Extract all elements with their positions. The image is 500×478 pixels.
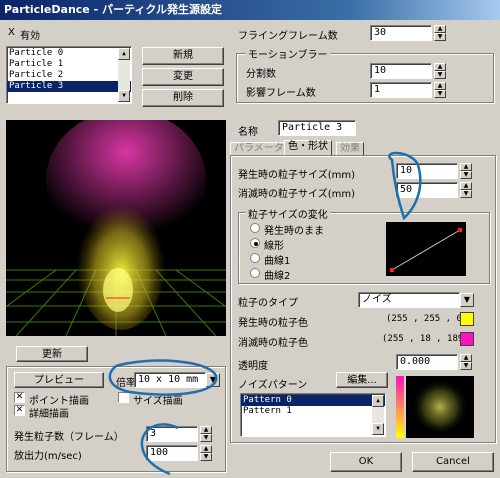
divisions-spinner[interactable]: ▲ ▼ [434, 63, 446, 79]
tab-effect[interactable]: 効果 [336, 142, 364, 156]
size-change-title: 粒子サイズの変化 [246, 206, 330, 221]
name-input[interactable]: Particle 3 [278, 120, 356, 136]
start-size-spinner[interactable]: ▲ ▼ [460, 163, 472, 179]
end-size-spinner[interactable]: ▲ ▼ [460, 182, 472, 198]
color-gradient-bar [396, 376, 404, 438]
noise-pattern-scrollbar[interactable]: ▲ ▼ [372, 395, 384, 435]
particle-list[interactable]: Particle 0 Particle 1 Particle 2 Particle 3… [6, 46, 132, 104]
scroll-down-icon[interactable]: ▼ [372, 423, 384, 435]
end-color-value: (255 , 18 , 189) [382, 334, 469, 344]
window-title-bar: ParticleDance - パーティクル発生源設定 [0, 0, 500, 20]
size-draw-label: サイズ描画 [133, 396, 183, 407]
size-curve-preview [386, 222, 466, 276]
cancel-button[interactable]: Cancel [412, 452, 494, 472]
emission-spinner[interactable]: ▲ ▼ [200, 426, 212, 442]
particle-list-scrollbar[interactable]: ▲ ▼ [118, 48, 130, 102]
output-power-input[interactable]: 100 [146, 445, 198, 461]
start-size-input[interactable]: 10 [396, 163, 458, 179]
affect-frames-spinner[interactable]: ▲ ▼ [434, 82, 446, 98]
noise-pattern-graphic [412, 379, 468, 435]
emission-label: 発生粒子数（フレーム） [14, 432, 124, 443]
divisions-input[interactable]: 10 [370, 63, 432, 79]
size-change-radio[interactable] [250, 223, 260, 233]
enabled-label: 有効 [20, 31, 40, 42]
scale-dropdown-icon[interactable]: ▼ [206, 373, 220, 387]
delete-button[interactable]: 削除 [142, 89, 224, 107]
particle-type-label: 粒子のタイプ [238, 298, 298, 309]
particle-list-item[interactable]: Particle 1 [7, 59, 131, 70]
size-change-radio[interactable] [250, 253, 260, 263]
particle-type-select[interactable]: ノイズ [358, 292, 460, 308]
ok-button[interactable]: OK [330, 452, 402, 472]
noise-pattern-preview [406, 376, 474, 438]
opacity-label: 透明度 [238, 361, 268, 372]
enabled-mark[interactable]: X [8, 27, 15, 38]
divisions-label: 分割数 [246, 69, 276, 80]
new-button[interactable]: 新規 [142, 47, 224, 65]
motion-blur-title: モーションブラー [246, 46, 330, 61]
size-change-radio[interactable] [250, 268, 260, 278]
size-change-option-label: 線形 [264, 241, 284, 252]
window-title: ParticleDance - パーティクル発生源設定 [4, 3, 222, 16]
preview-viewport[interactable] [6, 120, 226, 336]
scale-label: 倍率 [116, 378, 136, 389]
size-change-option-label: 発生時のまま [264, 226, 324, 237]
tab-parameters[interactable]: パラメータ [230, 142, 288, 156]
particle-preview-render [6, 120, 226, 336]
start-color-value: (255 , 255 , 0) [386, 314, 468, 324]
output-power-spinner[interactable]: ▲ ▼ [200, 445, 212, 461]
size-change-option-label: 曲線1 [264, 256, 291, 267]
end-size-input[interactable]: 50 [396, 182, 458, 198]
end-color-swatch[interactable] [460, 332, 474, 346]
affect-frames-label: 影響フレーム数 [246, 88, 316, 99]
update-button[interactable]: 更新 [16, 346, 88, 362]
edit-button[interactable]: 編集... [336, 372, 388, 388]
particle-list-item[interactable]: Particle 3 [7, 81, 131, 92]
noise-pattern-list[interactable]: Pattern 0 Pattern 1 ▲ ▼ [240, 393, 386, 437]
tab-color-shape[interactable]: 色・形状 [284, 140, 332, 156]
start-color-swatch[interactable] [460, 312, 474, 326]
particle-type-dropdown-icon[interactable]: ▼ [460, 293, 474, 307]
detail-draw-checkbox[interactable]: ✕ [14, 405, 25, 416]
detail-draw-label: 詳細描画 [29, 409, 69, 420]
start-color-label: 発生時の粒子色 [238, 318, 308, 329]
affect-frames-input[interactable]: 1 [370, 82, 432, 98]
flying-frames-spinner[interactable]: ▲ ▼ [434, 25, 446, 41]
flying-frames-input[interactable]: 30 [370, 25, 432, 41]
point-draw-checkbox[interactable]: ✕ [14, 392, 25, 403]
scroll-up-icon[interactable]: ▲ [372, 395, 384, 407]
preview-button[interactable]: プレビュー [14, 372, 104, 388]
emission-input[interactable]: 3 [146, 426, 198, 442]
size-draw-checkbox[interactable] [118, 392, 129, 403]
size-change-radio[interactable] [250, 238, 260, 248]
end-color-label: 消滅時の粒子色 [238, 338, 308, 349]
output-power-label: 放出力(m/sec) [14, 451, 82, 462]
opacity-spinner[interactable]: ▲ ▼ [460, 354, 472, 370]
scroll-up-icon[interactable]: ▲ [118, 48, 130, 60]
flying-frames-label: フライングフレーム数 [238, 31, 338, 42]
particle-list-item[interactable]: Particle 2 [7, 70, 131, 81]
noise-pattern-item[interactable]: Pattern 0 [241, 395, 385, 406]
end-size-label: 消滅時の粒子サイズ(mm) [238, 189, 355, 200]
size-change-option-label: 曲線2 [264, 271, 291, 282]
scale-select[interactable]: 10 x 10 mm [134, 372, 206, 388]
scroll-down-icon[interactable]: ▼ [118, 90, 130, 102]
size-curve-graph [390, 228, 462, 272]
noise-pattern-label: ノイズパターン [238, 380, 308, 391]
name-label: 名称 [238, 127, 258, 138]
change-button[interactable]: 変更 [142, 68, 224, 86]
opacity-input[interactable]: 0.000 [396, 354, 458, 370]
noise-pattern-item[interactable]: Pattern 1 [241, 406, 385, 417]
start-size-label: 発生時の粒子サイズ(mm) [238, 170, 355, 181]
particle-list-item[interactable]: Particle 0 [7, 48, 131, 59]
